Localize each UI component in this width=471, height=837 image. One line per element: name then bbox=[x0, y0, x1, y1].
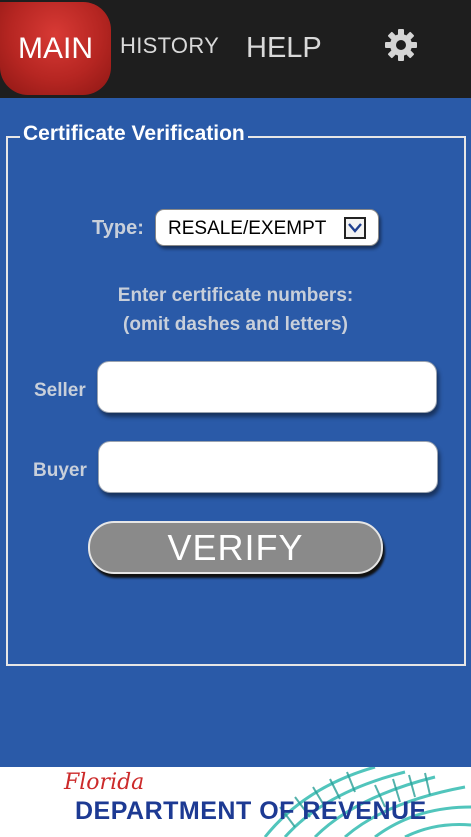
brand-script-text: Florida bbox=[64, 770, 145, 795]
group-title: Certificate Verification bbox=[20, 122, 248, 146]
top-nav-bar: MAIN HISTORY HELP bbox=[0, 0, 471, 98]
tab-help[interactable]: HELP bbox=[246, 32, 322, 65]
type-label: Type: bbox=[92, 217, 144, 239]
seller-input[interactable] bbox=[97, 361, 437, 413]
buyer-input[interactable] bbox=[98, 441, 438, 493]
instructions-line-1: Enter certificate numbers: bbox=[117, 285, 354, 306]
gear-icon[interactable] bbox=[384, 28, 418, 62]
tab-history[interactable]: HISTORY bbox=[120, 33, 219, 59]
type-select[interactable]: RESALE/EXEMPT bbox=[155, 209, 379, 246]
instructions: Enter certificate numbers: (omit dashes … bbox=[0, 281, 471, 339]
buyer-label: Buyer bbox=[33, 460, 87, 481]
tab-main[interactable]: MAIN bbox=[0, 2, 111, 95]
type-selected-value: RESALE/EXEMPT bbox=[168, 218, 327, 239]
chevron-down-icon bbox=[348, 223, 362, 233]
instructions-line-2: (omit dashes and letters) bbox=[123, 314, 348, 335]
verify-button[interactable]: VERIFY bbox=[88, 521, 383, 574]
dor-banner: Florida DEPARTMENT OF REVENUE bbox=[0, 767, 471, 837]
brand-main-text: DEPARTMENT OF REVENUE bbox=[75, 797, 427, 825]
seller-label: Seller bbox=[34, 380, 86, 401]
dropdown-arrow[interactable] bbox=[344, 217, 366, 239]
